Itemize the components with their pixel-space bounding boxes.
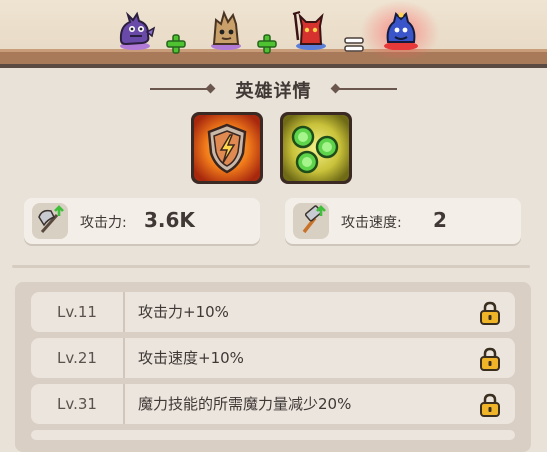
level-separator	[123, 292, 125, 332]
title-line-right	[339, 88, 397, 90]
section-divider	[12, 265, 530, 268]
plus-icon	[257, 34, 277, 54]
level-bonus-description: 魔力技能的所需魔力量减少20%	[138, 395, 352, 413]
lightning-shield-skill-icon[interactable]	[191, 112, 263, 184]
level-separator	[123, 384, 125, 424]
level-number: Lv.31	[57, 395, 97, 413]
purple-dragon-hero-icon[interactable]	[112, 6, 158, 50]
banner-divider	[0, 64, 547, 68]
attack-speed-stat-card: 攻击速度: 2	[285, 198, 521, 244]
level-row-11[interactable]: Lv.11 攻击力+10%	[31, 292, 515, 332]
green-orbs-skill-icon[interactable]	[280, 112, 352, 184]
merge-banner	[0, 0, 547, 64]
level-bonus-description: 攻击力+10%	[138, 303, 229, 321]
lock-icon	[479, 346, 501, 372]
equals-icon	[344, 34, 364, 54]
level-separator	[123, 338, 125, 378]
level-row-31[interactable]: Lv.31 魔力技能的所需魔力量减少20%	[31, 384, 515, 424]
level-bonus-description: 攻击速度+10%	[138, 349, 244, 367]
attack-value: 3.6K	[144, 208, 195, 232]
level-row-21[interactable]: Lv.21 攻击速度+10%	[31, 338, 515, 378]
attack-speed-label: 攻击速度:	[341, 215, 402, 231]
lock-icon	[479, 392, 501, 418]
tree-stump-hero-icon[interactable]	[203, 6, 249, 50]
page-title: 英雄详情	[235, 81, 312, 102]
axe-upgrade-icon	[32, 203, 68, 239]
hammer-upgrade-icon	[293, 203, 329, 239]
red-demon-hero-icon[interactable]	[288, 6, 334, 50]
level-number: Lv.21	[57, 349, 97, 367]
attack-speed-value: 2	[433, 208, 447, 232]
level-number: Lv.11	[57, 303, 97, 321]
plus-icon	[166, 34, 186, 54]
lock-icon	[479, 300, 501, 326]
hero-details-header: 英雄详情	[0, 74, 547, 104]
attack-stat-card: 攻击力: 3.6K	[24, 198, 260, 244]
blue-genie-hero-icon[interactable]	[378, 6, 424, 50]
level-row-next[interactable]	[31, 430, 515, 440]
attack-label: 攻击力:	[80, 215, 127, 231]
